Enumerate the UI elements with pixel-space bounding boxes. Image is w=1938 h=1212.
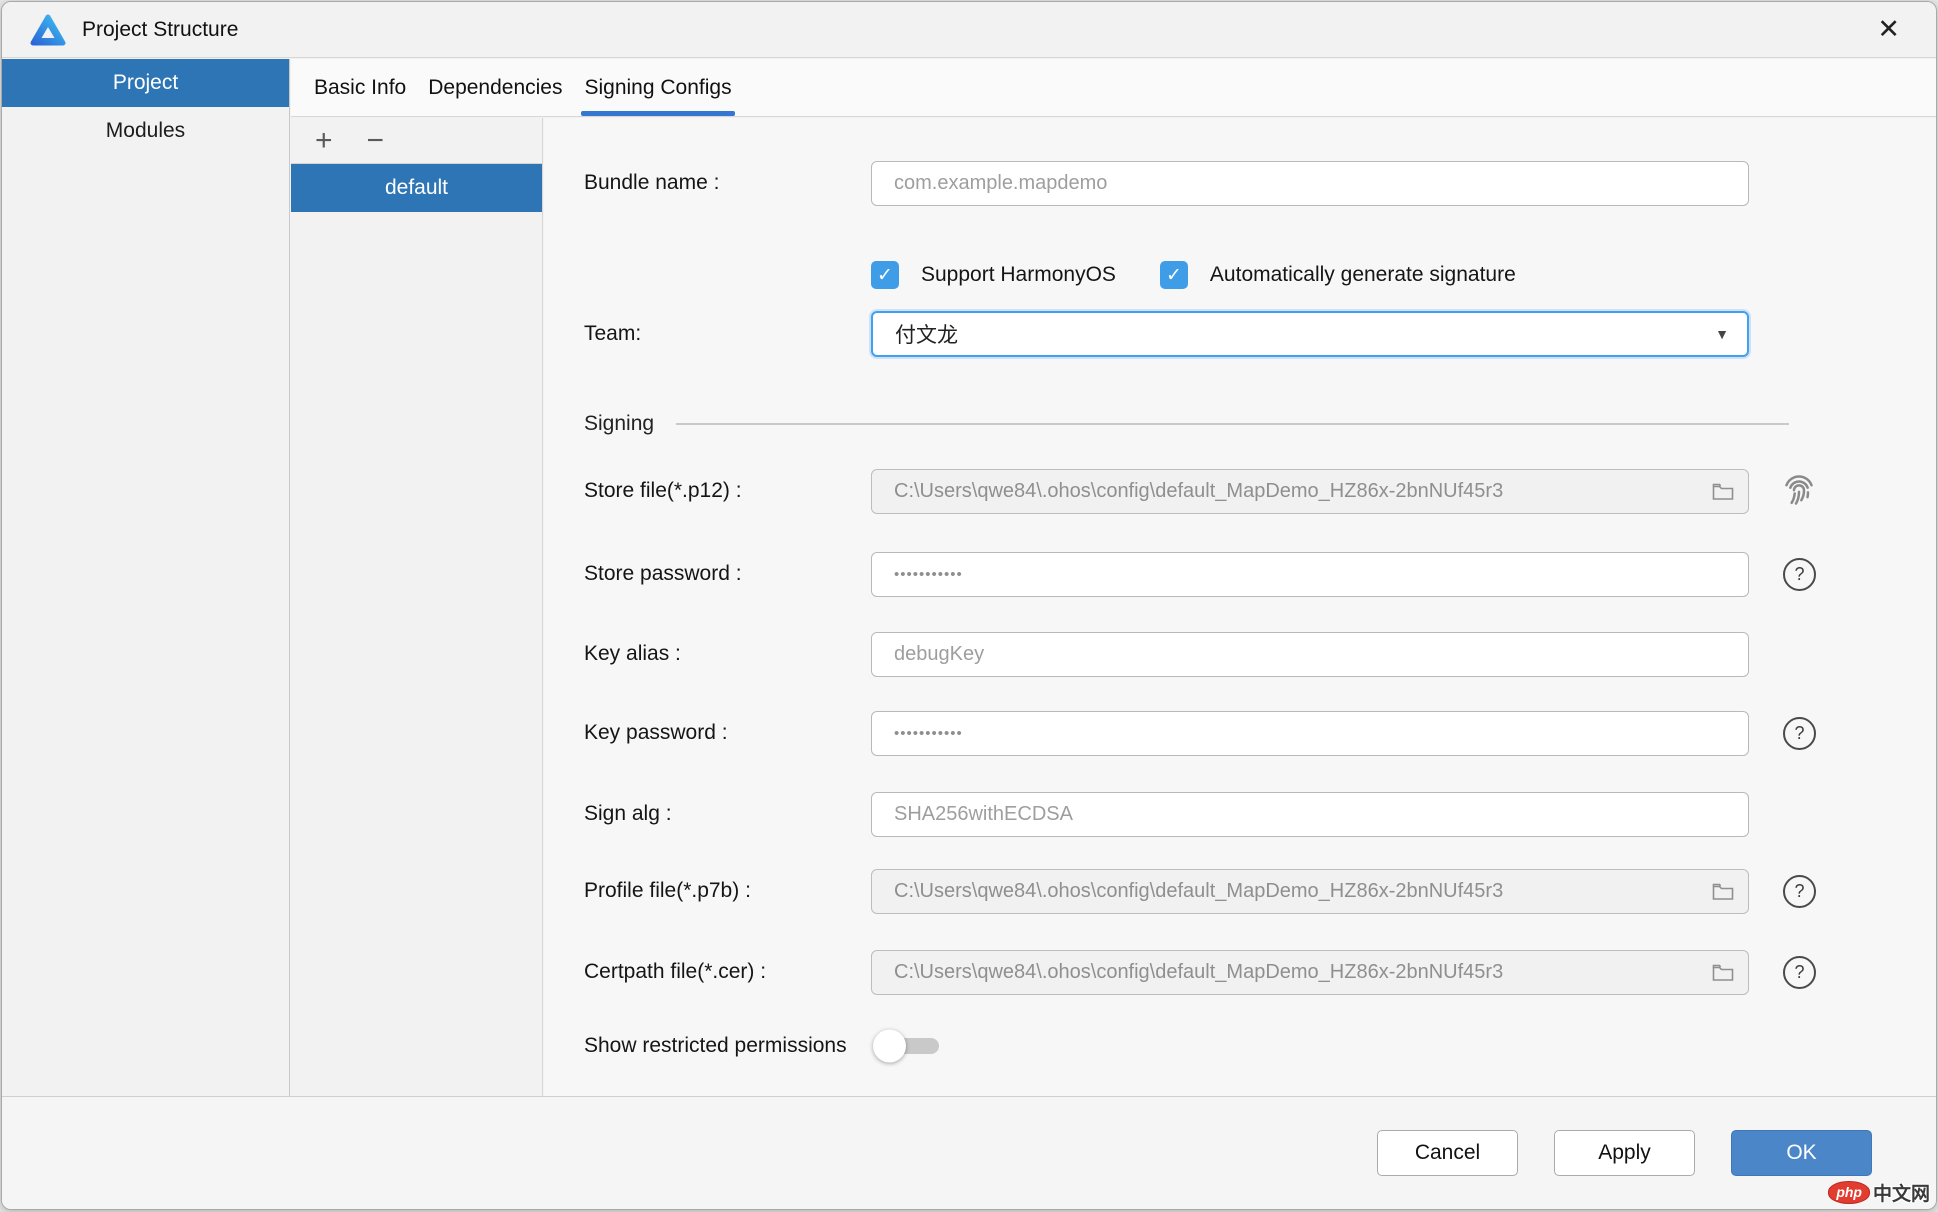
watermark-text: 中文网 [1873, 1179, 1930, 1206]
signing-section-title: Signing [544, 412, 654, 436]
certpath-file-label: Certpath file(*.cer) : [544, 960, 871, 984]
show-restricted-toggle[interactable] [877, 1038, 939, 1054]
auto-generate-signature-group: ✓ Automatically generate signature [1160, 261, 1560, 289]
bundle-name-row: Bundle name : [544, 160, 1749, 206]
tab-label: Basic Info [314, 76, 406, 100]
certpath-file-value: C:\Users\qwe84\.ohos\config\default_MapD… [894, 961, 1704, 984]
key-alias-input[interactable] [871, 632, 1749, 677]
sidebar-item-modules[interactable]: Modules [2, 107, 289, 155]
close-icon[interactable]: ✕ [1869, 14, 1908, 45]
help-icon[interactable]: ? [1783, 558, 1816, 591]
ok-button[interactable]: OK [1731, 1130, 1872, 1176]
section-divider [676, 423, 1789, 425]
signing-section-header: Signing [544, 412, 1789, 436]
key-password-input[interactable] [871, 711, 1749, 756]
show-restricted-label: Show restricted permissions [544, 1034, 847, 1058]
sign-alg-input[interactable] [871, 792, 1749, 837]
cancel-button[interactable]: Cancel [1377, 1130, 1518, 1176]
auto-generate-signature-checkbox[interactable]: ✓ [1160, 261, 1188, 289]
profile-file-label: Profile file(*.p7b) : [544, 879, 871, 903]
support-harmonyos-label: Support HarmonyOS [921, 263, 1116, 287]
tabs-bar: Basic Info Dependencies Signing Configs [291, 59, 1936, 117]
remove-config-icon[interactable]: − [367, 126, 385, 156]
bundle-name-input[interactable] [871, 161, 1749, 206]
dialog-footer: Cancel Apply OK [2, 1096, 1936, 1209]
team-label: Team: [544, 322, 871, 346]
support-harmonyos-group: ✓ Support HarmonyOS [871, 261, 1160, 289]
bundle-name-label: Bundle name : [544, 171, 871, 195]
profile-file-input[interactable]: C:\Users\qwe84\.ohos\config\default_MapD… [871, 869, 1749, 914]
php-logo-icon: php [1828, 1181, 1870, 1204]
profile-file-row: Profile file(*.p7b) : C:\Users\qwe84\.oh… [544, 868, 1816, 914]
add-config-icon[interactable]: + [315, 126, 333, 156]
chevron-down-icon: ▼ [1715, 326, 1729, 342]
store-password-label: Store password : [544, 562, 871, 586]
dialog-title: Project Structure [82, 18, 238, 42]
toggle-knob [873, 1030, 906, 1063]
signing-config-list: + − default [291, 118, 543, 1096]
certpath-file-input[interactable]: C:\Users\qwe84\.ohos\config\default_MapD… [871, 950, 1749, 995]
sidebar: Project Modules [2, 59, 290, 1096]
tab-dependencies[interactable]: Dependencies [417, 59, 573, 116]
fingerprint-icon[interactable] [1779, 469, 1819, 513]
show-restricted-row: Show restricted permissions [544, 1023, 939, 1069]
folder-icon[interactable] [1712, 882, 1734, 901]
sidebar-item-label: Project [113, 71, 178, 95]
key-alias-label: Key alias : [544, 642, 871, 666]
team-value: 付文龙 [895, 319, 958, 349]
config-item-default[interactable]: default [291, 164, 542, 212]
sidebar-item-label: Modules [106, 119, 185, 143]
tab-basic-info[interactable]: Basic Info [303, 59, 417, 116]
support-harmonyos-checkbox[interactable]: ✓ [871, 261, 899, 289]
folder-icon[interactable] [1712, 963, 1734, 982]
help-icon[interactable]: ? [1783, 717, 1816, 750]
sign-alg-label: Sign alg : [544, 802, 871, 826]
tab-label: Signing Configs [584, 76, 731, 100]
tab-signing-configs[interactable]: Signing Configs [573, 59, 742, 116]
store-file-value: C:\Users\qwe84\.ohos\config\default_MapD… [894, 480, 1704, 503]
store-file-input[interactable]: C:\Users\qwe84\.ohos\config\default_MapD… [871, 469, 1749, 514]
team-dropdown[interactable]: 付文龙 ▼ [871, 311, 1749, 357]
folder-icon[interactable] [1712, 482, 1734, 501]
tab-label: Dependencies [428, 76, 562, 100]
store-file-row: Store file(*.p12) : C:\Users\qwe84\.ohos… [544, 468, 1819, 514]
certpath-file-row: Certpath file(*.cer) : C:\Users\qwe84\.o… [544, 949, 1816, 995]
store-file-label: Store file(*.p12) : [544, 479, 871, 503]
profile-file-value: C:\Users\qwe84\.ohos\config\default_MapD… [894, 880, 1704, 903]
apply-button[interactable]: Apply [1554, 1130, 1695, 1176]
watermark: php 中文网 [1828, 1179, 1930, 1206]
key-alias-row: Key alias : [544, 631, 1749, 677]
store-password-row: Store password : ? [544, 551, 1816, 597]
project-structure-dialog: Project Structure ✕ Project Modules Basi… [1, 1, 1937, 1210]
checkbox-row: ✓ Support HarmonyOS ✓ Automatically gene… [871, 252, 1560, 298]
deveco-logo-icon [30, 14, 66, 46]
auto-generate-signature-label: Automatically generate signature [1210, 263, 1516, 287]
config-item-label: default [385, 176, 448, 200]
signing-configs-form: Bundle name : ✓ Support HarmonyOS ✓ Auto… [544, 118, 1936, 1096]
help-icon[interactable]: ? [1783, 956, 1816, 989]
key-password-row: Key password : ? [544, 710, 1816, 756]
config-list-toolbar: + − [291, 118, 542, 164]
sidebar-item-project[interactable]: Project [2, 59, 289, 107]
key-password-label: Key password : [544, 721, 871, 745]
store-password-input[interactable] [871, 552, 1749, 597]
title-bar: Project Structure ✕ [2, 2, 1936, 58]
help-icon[interactable]: ? [1783, 875, 1816, 908]
team-row: Team: 付文龙 ▼ [544, 311, 1749, 357]
sign-alg-row: Sign alg : [544, 791, 1749, 837]
